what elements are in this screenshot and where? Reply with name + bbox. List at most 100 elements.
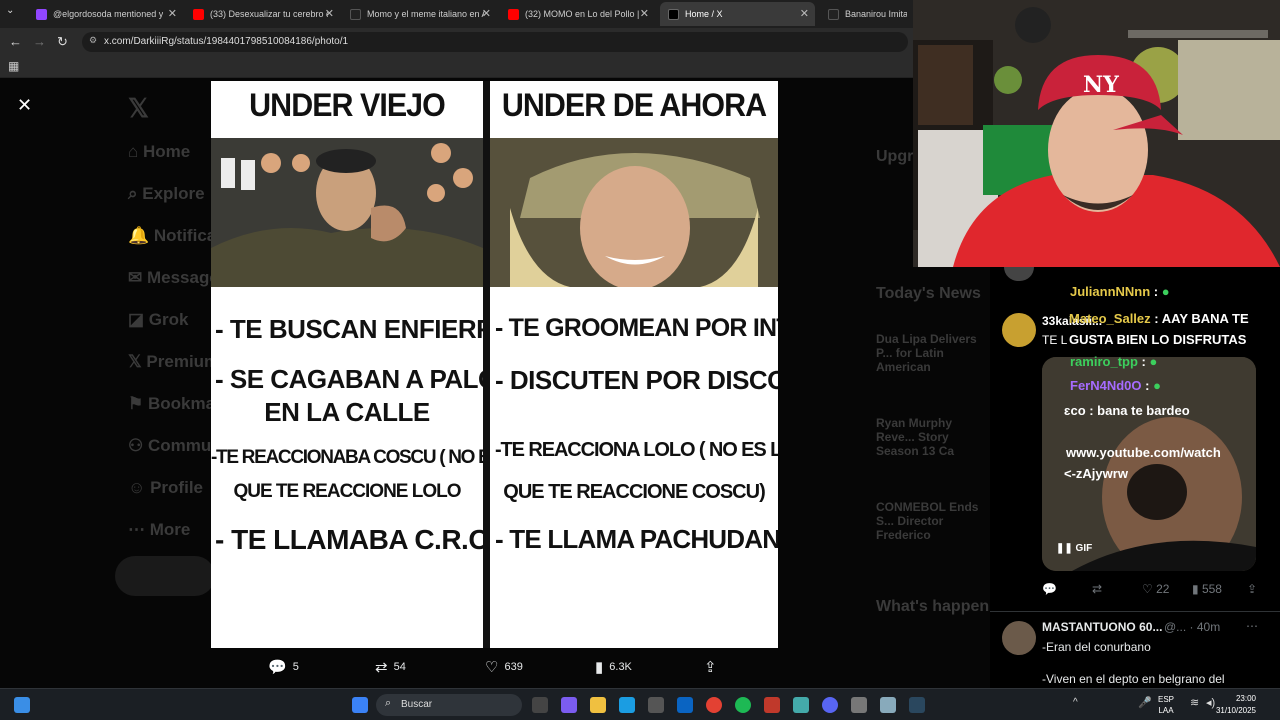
- microphone-icon[interactable]: 🎤: [1138, 696, 1152, 709]
- app-icon[interactable]: [880, 697, 896, 713]
- app-icon[interactable]: [764, 697, 780, 713]
- windows-start-icon[interactable]: [352, 697, 368, 713]
- more-options-icon[interactable]: ⋯: [1246, 619, 1258, 633]
- tray-chevron-icon[interactable]: ^: [1073, 697, 1078, 708]
- steam-icon[interactable]: [909, 697, 925, 713]
- nav-profile[interactable]: ☺ Profile: [128, 478, 203, 498]
- taskbar-clock[interactable]: 23:00 31/10/2025: [1216, 693, 1256, 717]
- news-item[interactable]: CONMEBOL Ends S... Director Frederico: [876, 500, 986, 542]
- apps-grid-icon[interactable]: ▦: [8, 59, 19, 73]
- avatar: [1004, 267, 1034, 281]
- close-icon[interactable]: ✕: [17, 95, 32, 116]
- tab-youtube-2[interactable]: (32) MOMO en Lo del Pollo | "A ✕: [500, 2, 655, 26]
- tiktok-icon: [828, 8, 839, 20]
- webcam-overlay: NY: [913, 0, 1280, 267]
- close-tab-icon[interactable]: ✕: [325, 7, 334, 20]
- tab-youtube-1[interactable]: (33) Desexualizar tu cerebro en ✕: [185, 2, 340, 26]
- close-tab-icon[interactable]: ✕: [482, 7, 491, 20]
- share-button[interactable]: ⇪: [704, 658, 717, 676]
- discord-icon[interactable]: [822, 697, 838, 713]
- share-icon[interactable]: ⇪: [1247, 582, 1257, 596]
- task-view-icon[interactable]: [532, 697, 548, 713]
- widgets-icon[interactable]: [14, 697, 30, 713]
- pause-icon: ❚❚: [1056, 543, 1073, 554]
- wifi-icon[interactable]: ≋: [1190, 696, 1199, 709]
- tab-twitch[interactable]: @elgordosoda mentioned y ✕: [28, 2, 183, 26]
- close-tab-icon[interactable]: ✕: [800, 7, 809, 20]
- share-icon: ⇪: [704, 659, 717, 676]
- emote-icon: ●: [1149, 354, 1158, 369]
- meme-left-photo: [211, 138, 483, 287]
- divider: [990, 611, 1280, 612]
- spotify-icon[interactable]: [735, 697, 751, 713]
- post-button[interactable]: [115, 556, 215, 596]
- windows-taskbar: ⌕ Buscar ^ 🎤 ESP LAA ≋ ◂) 23:00 31/10/2025: [0, 688, 1280, 720]
- outlook-icon[interactable]: [677, 697, 693, 713]
- repost-icon: ⇄: [375, 659, 388, 676]
- chat-message: Mateo_Sallez : AAY BANA TE GUSTA BIEN LO…: [1069, 311, 1249, 347]
- twitch-icon: [36, 8, 47, 20]
- close-tab-icon[interactable]: ✕: [168, 7, 177, 20]
- meme-left-line: - TE LLAMABA C.R.O: [215, 524, 490, 555]
- repost-button[interactable]: ⇄ 54: [375, 658, 406, 676]
- nav-home[interactable]: ⌂ Home: [128, 142, 190, 162]
- settings-icon[interactable]: [851, 697, 867, 713]
- language-indicator[interactable]: ESP LAA: [1158, 694, 1174, 716]
- avatar: [1002, 313, 1036, 347]
- file-explorer-icon[interactable]: [590, 697, 606, 713]
- taskbar-search[interactable]: ⌕ Buscar: [376, 694, 522, 716]
- site-info-icon[interactable]: ⚙: [89, 35, 97, 46]
- meme-right-photo: [490, 138, 778, 287]
- nav-grok[interactable]: ◪ Grok: [128, 310, 188, 330]
- reload-icon[interactable]: ↻: [57, 34, 68, 50]
- tab-tiktok-1[interactable]: Momo y el meme italiano en A ✕: [342, 2, 497, 26]
- reply-icon: 💬: [268, 659, 287, 676]
- chat-message: www.youtube.com/watch: [1066, 445, 1221, 460]
- reply-button[interactable]: 💬 5: [268, 658, 299, 676]
- emote-icon: ●: [1161, 284, 1170, 299]
- chrome-icon[interactable]: [706, 697, 722, 713]
- views-button[interactable]: ▮ 6.3K: [595, 658, 632, 676]
- x-logo-icon: 𝕏: [128, 93, 149, 123]
- gif-badge: ❚❚ GIF: [1056, 543, 1093, 554]
- nav-explore[interactable]: ⌕ Explore: [128, 184, 205, 204]
- news-item[interactable]: Ryan Murphy Reve... Story Season 13 Ca: [876, 416, 986, 458]
- meme-right-line: - DISCUTEN POR DISCORD: [495, 365, 778, 395]
- views-chart-icon[interactable]: ▮ 558: [1192, 582, 1222, 596]
- emote-icon: ●: [1153, 378, 1161, 393]
- tab-x-home[interactable]: Home / X ✕: [660, 2, 815, 26]
- url-field[interactable]: ⚙ x.com/DarkiiiRg/status/1984401798510084…: [82, 32, 908, 52]
- like-button[interactable]: ♡ 639: [485, 658, 523, 676]
- avatar: [1002, 621, 1036, 655]
- volume-icon[interactable]: ◂): [1206, 696, 1215, 709]
- news-item[interactable]: Dua Lipa Delivers P... for Latin America…: [876, 332, 986, 374]
- meme-left-line: QUE TE REACCIONE LOLO: [233, 481, 461, 502]
- heart-icon: ♡: [485, 659, 499, 676]
- chat-message: FerN4Nd0O : ●: [1070, 378, 1161, 393]
- post-image[interactable]: UNDER VIEJO - TE BUSCAN ENFIERRADO - SE …: [211, 81, 778, 648]
- meme-right-title: UNDER DE AHORA: [501, 87, 767, 123]
- tab-tiktok-2[interactable]: Bananirou Imitando: [820, 2, 915, 26]
- store-icon[interactable]: [648, 697, 664, 713]
- views-chart-icon: ▮: [595, 659, 604, 676]
- copilot-icon[interactable]: [561, 697, 577, 713]
- nav-premium[interactable]: 𝕏 Premium: [128, 352, 219, 372]
- back-icon[interactable]: ←: [9, 34, 22, 49]
- nav-more[interactable]: ⋯ More: [128, 520, 190, 540]
- repost-icon[interactable]: ⇄: [1092, 582, 1102, 596]
- reply-icon[interactable]: 💬: [1042, 582, 1057, 596]
- youtube-icon: [508, 8, 519, 20]
- close-tab-icon[interactable]: ✕: [640, 7, 649, 20]
- tab-list-icon[interactable]: ⌄: [6, 5, 14, 16]
- heart-icon[interactable]: ♡ 22: [1142, 582, 1169, 596]
- chat-message: ɛco : bana te bardeo: [1064, 403, 1190, 418]
- forward-icon[interactable]: →: [33, 34, 46, 49]
- chat-message: JuliannNNnn : ●: [1070, 284, 1170, 299]
- meme-right-line: QUE TE REACCIONE COSCU): [503, 481, 765, 503]
- edge-icon[interactable]: [619, 697, 635, 713]
- meme-left-title: UNDER VIEJO: [249, 87, 446, 123]
- youtube-icon: [193, 8, 204, 20]
- x-logo-icon: [668, 8, 679, 20]
- app-icon[interactable]: [793, 697, 809, 713]
- chat-message: <-zAjywrw: [1064, 466, 1128, 481]
